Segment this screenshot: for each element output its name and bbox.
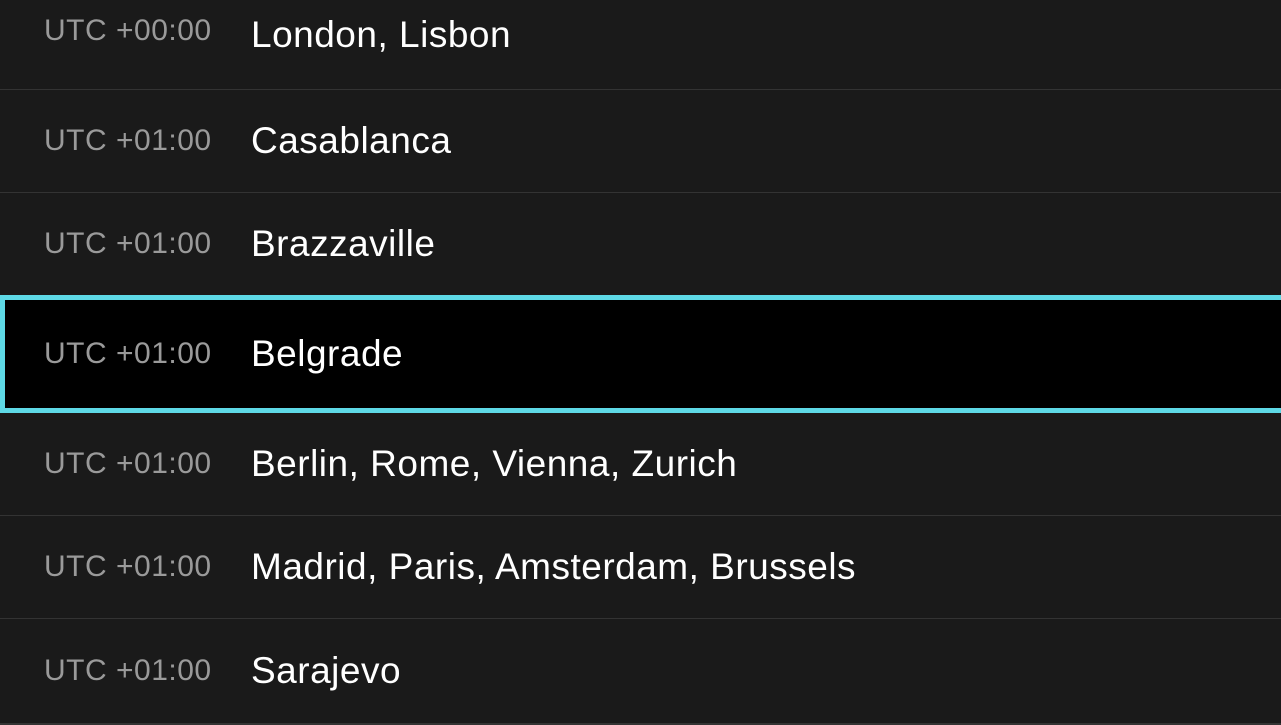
timezone-cities: Madrid, Paris, Amsterdam, Brussels (251, 546, 856, 588)
timezone-cities: Brazzaville (251, 223, 435, 265)
timezone-row[interactable]: UTC +00:00 London, Lisbon (0, 0, 1281, 90)
timezone-row[interactable]: UTC +01:00 Berlin, Rome, Vienna, Zurich (0, 413, 1281, 516)
timezone-offset: UTC +01:00 (44, 654, 251, 688)
timezone-row[interactable]: UTC +01:00 Brazzaville (0, 193, 1281, 296)
timezone-cities: Sarajevo (251, 650, 401, 692)
timezone-offset: UTC +01:00 (44, 550, 251, 584)
timezone-row[interactable]: UTC +01:00 Casablanca (0, 90, 1281, 193)
timezone-offset: UTC +01:00 (44, 337, 251, 371)
timezone-row[interactable]: UTC +01:00 Sarajevo (0, 619, 1281, 725)
timezone-offset: UTC +01:00 (44, 227, 251, 261)
timezone-offset: UTC +00:00 (44, 0, 251, 48)
timezone-cities: Berlin, Rome, Vienna, Zurich (251, 443, 737, 485)
timezone-cities: Casablanca (251, 120, 451, 162)
timezone-row-selected[interactable]: UTC +01:00 Belgrade (0, 295, 1281, 413)
timezone-cities: Belgrade (251, 333, 403, 375)
timezone-cities: London, Lisbon (251, 0, 511, 56)
timezone-list: UTC +00:00 London, Lisbon UTC +01:00 Cas… (0, 0, 1281, 720)
timezone-offset: UTC +01:00 (44, 124, 251, 158)
timezone-offset: UTC +01:00 (44, 447, 251, 481)
timezone-row[interactable]: UTC +01:00 Madrid, Paris, Amsterdam, Bru… (0, 516, 1281, 619)
